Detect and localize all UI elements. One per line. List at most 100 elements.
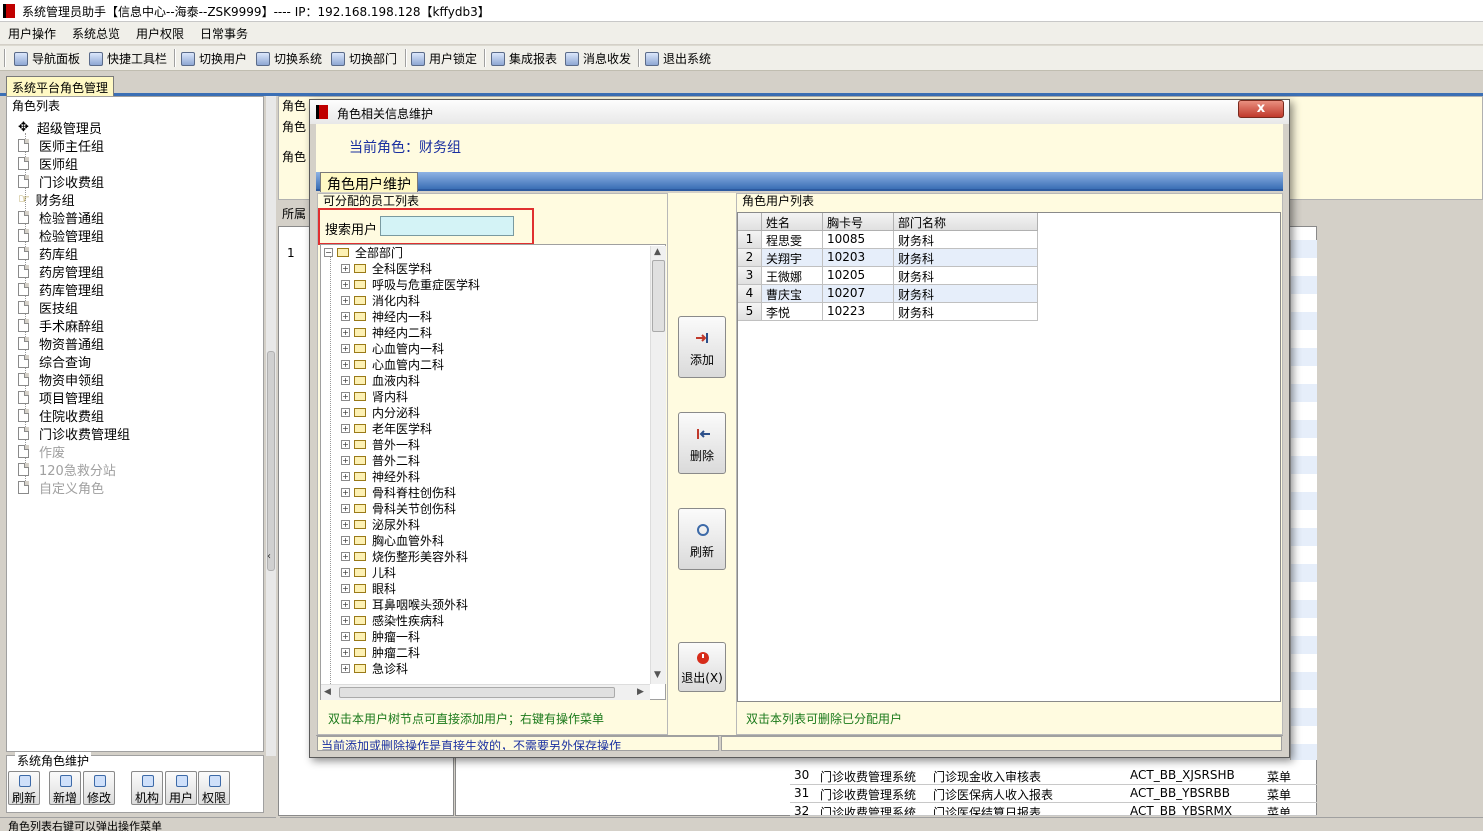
table-row[interactable]: 3 王微娜 10205 财务科 xyxy=(738,267,1038,285)
dialog-title-bar[interactable] xyxy=(310,100,1289,124)
role-item[interactable]: 检验管理组 xyxy=(18,226,104,245)
table-row[interactable]: 32 门诊收费管理系统 门诊医保结算日报表 ACT_BB_YBSRMX 菜单 xyxy=(790,803,1317,816)
menu-user-ops[interactable]: 用户操作 xyxy=(8,25,56,42)
column-header-name[interactable]: 姓名 xyxy=(762,213,823,231)
expand-icon[interactable]: + xyxy=(341,488,350,497)
messages-button[interactable]: 消息收发 xyxy=(565,50,631,67)
expand-icon[interactable]: + xyxy=(341,280,350,289)
collapse-arrow-icon[interactable]: ‹ xyxy=(267,551,271,562)
role-item[interactable]: 门诊收费管理组 xyxy=(18,424,130,443)
expand-icon[interactable]: + xyxy=(341,632,350,641)
expand-icon[interactable]: + xyxy=(341,344,350,353)
quick-toolbar-button[interactable]: 快捷工具栏 xyxy=(89,50,167,67)
role-item[interactable]: 住院收费组 xyxy=(18,406,104,425)
department-node[interactable]: + 内分泌科 xyxy=(341,404,420,421)
reports-button[interactable]: 集成报表 xyxy=(491,50,557,67)
expand-icon[interactable]: + xyxy=(341,360,350,369)
department-node[interactable]: + 呼吸与危重症医学科 xyxy=(341,276,480,293)
expand-icon[interactable]: + xyxy=(341,616,350,625)
department-node[interactable]: + 眼科 xyxy=(341,580,396,597)
role-item[interactable]: 120急救分站 xyxy=(18,460,116,479)
tree-horizontal-scrollbar[interactable]: ◀ ▶ xyxy=(321,684,650,700)
refresh-users-button[interactable]: 刷新 xyxy=(678,508,726,570)
role-item[interactable]: 自定义角色 xyxy=(18,478,104,497)
tree-root-node[interactable]: − 全部部门 xyxy=(324,244,403,261)
table-row[interactable]: 30 门诊收费管理系统 门诊现金收入审核表 ACT_BB_XJSRSHB 菜单 xyxy=(790,767,1317,785)
tree-vertical-scrollbar[interactable]: ▲ ▼ xyxy=(650,246,666,684)
department-node[interactable]: + 神经外科 xyxy=(341,468,420,485)
department-node[interactable]: + 耳鼻咽喉头颈外科 xyxy=(341,596,468,613)
scroll-down-icon[interactable]: ▼ xyxy=(654,670,661,680)
expand-icon[interactable]: + xyxy=(341,296,350,305)
department-node[interactable]: + 神经内二科 xyxy=(341,324,432,341)
switch-dept-button[interactable]: 切换部门 xyxy=(331,50,397,67)
role-item[interactable]: 药房管理组 xyxy=(18,262,104,281)
table-row[interactable]: 5 李悦 10223 财务科 xyxy=(738,303,1038,321)
table-row[interactable]: 31 门诊收费管理系统 门诊医保病人收入报表 ACT_BB_YBSRBB 菜单 xyxy=(790,785,1317,803)
expand-icon[interactable]: + xyxy=(341,408,350,417)
department-node[interactable]: + 普外一科 xyxy=(341,436,420,453)
department-node[interactable]: + 心血管内二科 xyxy=(341,356,444,373)
menu-user-permissions[interactable]: 用户权限 xyxy=(136,25,184,42)
scroll-thumb[interactable] xyxy=(267,351,275,571)
edit-role-button[interactable]: 修改 xyxy=(83,771,115,805)
expand-icon[interactable]: + xyxy=(341,568,350,577)
switch-system-button[interactable]: 切换系统 xyxy=(256,50,322,67)
role-item[interactable]: 医技组 xyxy=(18,298,78,317)
expand-icon[interactable]: + xyxy=(341,552,350,561)
department-node[interactable]: + 烧伤整形美容外科 xyxy=(341,548,468,565)
left-pane-splitter[interactable]: ‹ xyxy=(266,96,276,756)
role-item[interactable]: 检验普通组 xyxy=(18,208,104,227)
role-item[interactable]: 门诊收费组 xyxy=(18,172,104,191)
department-node[interactable]: + 普外二科 xyxy=(341,452,420,469)
scroll-thumb[interactable] xyxy=(652,260,665,332)
expand-icon[interactable]: + xyxy=(341,600,350,609)
role-item[interactable]: 物资申领组 xyxy=(18,370,104,389)
expand-icon[interactable]: + xyxy=(341,504,350,513)
expand-icon[interactable]: + xyxy=(341,312,350,321)
user-lock-button[interactable]: 用户锁定 xyxy=(411,50,477,67)
collapse-icon[interactable]: − xyxy=(324,248,333,257)
expand-icon[interactable]: + xyxy=(341,424,350,433)
department-node[interactable]: + 骨科脊柱创伤科 xyxy=(341,484,456,501)
nav-panel-button[interactable]: 导航面板 xyxy=(14,50,80,67)
expand-icon[interactable]: + xyxy=(341,376,350,385)
user-button[interactable]: 用户 xyxy=(165,771,197,805)
expand-icon[interactable]: + xyxy=(341,520,350,529)
expand-icon[interactable]: + xyxy=(341,440,350,449)
department-node[interactable]: + 儿科 xyxy=(341,564,396,581)
department-node[interactable]: + 血液内科 xyxy=(341,372,420,389)
switch-user-button[interactable]: 切换用户 xyxy=(181,50,247,67)
close-button[interactable]: x xyxy=(1238,100,1284,118)
expand-icon[interactable]: + xyxy=(341,456,350,465)
scroll-left-icon[interactable]: ◀ xyxy=(324,687,331,697)
table-row[interactable]: 1 程思雯 10085 财务科 xyxy=(738,231,1038,249)
table-row[interactable]: 2 关翔宇 10203 财务科 xyxy=(738,249,1038,267)
menu-daily-tasks[interactable]: 日常事务 xyxy=(200,25,248,42)
role-item[interactable]: 医师组 xyxy=(18,154,78,173)
department-node[interactable]: + 心血管内一科 xyxy=(341,340,444,357)
table-row[interactable]: 4 曹庆宝 10207 财务科 xyxy=(738,285,1038,303)
exit-dialog-button[interactable]: 退出(X) xyxy=(678,642,726,692)
role-item[interactable]: ☞ 财务组 xyxy=(18,190,75,209)
role-item[interactable]: 药库组 xyxy=(18,244,78,263)
exit-system-button[interactable]: 退出系统 xyxy=(645,50,711,67)
department-node[interactable]: + 泌尿外科 xyxy=(341,516,420,533)
expand-icon[interactable]: + xyxy=(341,392,350,401)
delete-user-button[interactable]: 删除 xyxy=(678,412,726,474)
department-node[interactable]: + 骨科关节创伤科 xyxy=(341,500,456,517)
department-node[interactable]: + 肿瘤一科 xyxy=(341,628,420,645)
role-item[interactable]: 手术麻醉组 xyxy=(18,316,104,335)
tab-role-users[interactable]: 角色用户维护 xyxy=(320,172,418,193)
department-node[interactable]: + 消化内科 xyxy=(341,292,420,309)
expand-icon[interactable]: + xyxy=(341,536,350,545)
column-header-card[interactable]: 胸卡号 xyxy=(823,213,894,231)
role-item[interactable]: ✥ 超级管理员 xyxy=(18,118,102,137)
expand-icon[interactable]: + xyxy=(341,472,350,481)
department-node[interactable]: + 神经内一科 xyxy=(341,308,432,325)
add-user-button[interactable]: 添加 xyxy=(678,316,726,378)
department-node[interactable]: + 全科医学科 xyxy=(341,260,432,277)
role-item[interactable]: 医师主任组 xyxy=(18,136,104,155)
scroll-up-icon[interactable]: ▲ xyxy=(654,247,661,257)
department-node[interactable]: + 急诊科 xyxy=(341,660,408,677)
